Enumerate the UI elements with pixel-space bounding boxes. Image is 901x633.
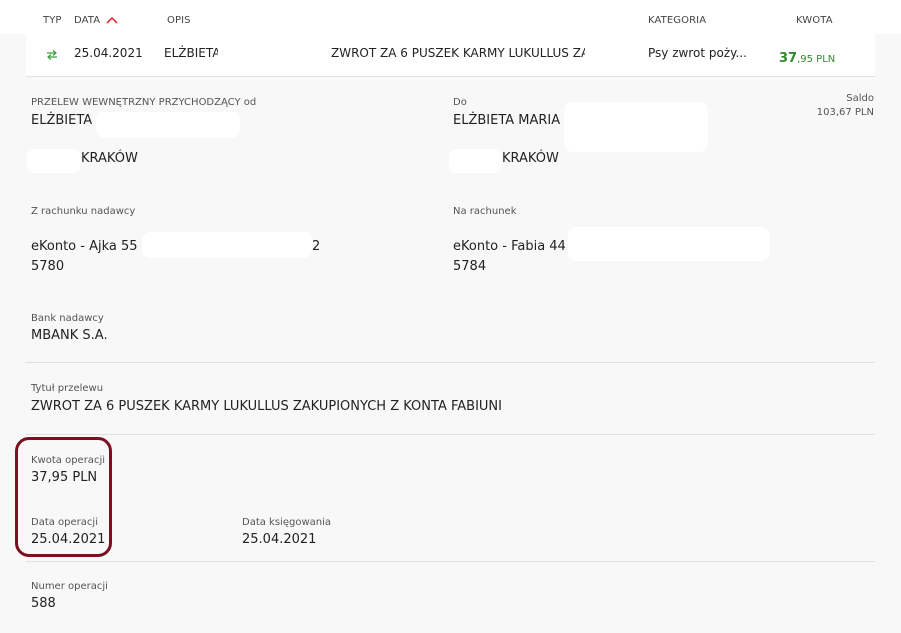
amount-fraction: ,95 PLN bbox=[797, 54, 836, 65]
divider bbox=[26, 561, 875, 562]
column-kwota[interactable]: KWOTA bbox=[796, 15, 833, 26]
sort-ascending-icon[interactable] bbox=[106, 15, 118, 25]
redaction bbox=[96, 112, 240, 138]
table-header: TYP DATA OPIS KATEGORIA KWOTA bbox=[0, 0, 901, 34]
redaction bbox=[218, 42, 328, 66]
to-account-name: eKonto - Fabia 44 bbox=[453, 239, 566, 254]
redaction bbox=[27, 149, 81, 173]
redaction bbox=[142, 232, 312, 258]
bank-label: Bank nadawcy bbox=[31, 313, 104, 324]
to-account-last-digits: 5784 bbox=[453, 259, 487, 274]
saldo-label: Saldo bbox=[846, 93, 874, 104]
title-value: ZWROT ZA 6 PUSZEK KARMY LUKULLUS ZAKUPIO… bbox=[31, 399, 502, 414]
recipient-name: ELŻBIETA MARIA bbox=[453, 113, 561, 128]
operation-number-label: Numer operacji bbox=[31, 581, 108, 592]
divider bbox=[26, 434, 875, 435]
column-data[interactable]: DATA bbox=[74, 15, 100, 26]
transfer-type-label: PRZELEW WEWNĘTRZNY PRZYCHODZĄCY od bbox=[31, 97, 257, 108]
booking-date-label: Data księgowania bbox=[242, 517, 332, 528]
internal-transfer-icon bbox=[47, 50, 57, 60]
title-label: Tytuł przelewu bbox=[31, 383, 104, 394]
highlight-annotation bbox=[15, 437, 112, 557]
to-label: Do bbox=[453, 97, 467, 108]
transaction-name: ELŻBIETA bbox=[164, 46, 221, 60]
column-kategoria[interactable]: KATEGORIA bbox=[648, 15, 706, 26]
from-account-tail: 2 bbox=[312, 239, 321, 254]
saldo-value: 103,67 PLN bbox=[816, 107, 874, 118]
column-typ[interactable]: TYP bbox=[43, 15, 62, 26]
recipient-city: KRAKÓW bbox=[502, 151, 559, 166]
sender-name: ELŻBIETA bbox=[31, 113, 93, 128]
booking-date-value: 25.04.2021 bbox=[242, 532, 317, 547]
bank-value: MBANK S.A. bbox=[31, 328, 108, 343]
from-account-last-digits: 5780 bbox=[31, 259, 65, 274]
redaction bbox=[449, 149, 501, 173]
amount-integer: 37 bbox=[779, 51, 798, 66]
divider bbox=[26, 362, 875, 363]
to-account-label: Na rachunek bbox=[453, 206, 517, 217]
operation-number-value: 588 bbox=[31, 596, 56, 611]
transaction-amount: 37,95 PLN bbox=[779, 47, 835, 66]
redaction bbox=[564, 102, 708, 152]
transaction-description: ZWROT ZA 6 PUSZEK KARMY LUKULLUS ZAK bbox=[331, 46, 585, 60]
sender-city: KRAKÓW bbox=[81, 151, 138, 166]
redaction bbox=[568, 227, 770, 261]
transaction-category[interactable]: Psy zwrot poży... bbox=[648, 46, 747, 60]
transaction-date: 25.04.2021 bbox=[74, 46, 143, 60]
column-opis[interactable]: OPIS bbox=[167, 15, 191, 26]
from-account-label: Z rachunku nadawcy bbox=[31, 206, 136, 217]
from-account-name: eKonto - Ajka 55 bbox=[31, 239, 138, 254]
